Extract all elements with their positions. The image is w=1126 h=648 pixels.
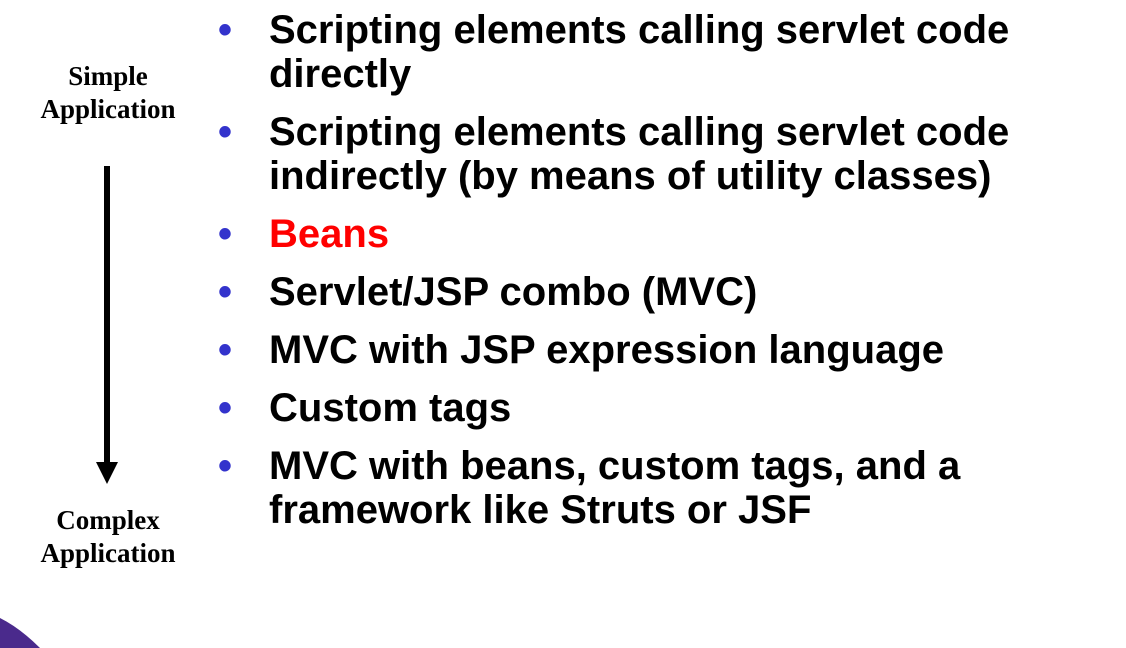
bullet-icon: •	[218, 110, 233, 154]
bullet-icon: •	[218, 444, 233, 488]
bullet-icon: •	[218, 212, 233, 256]
simple-application-label-line-1: Simple	[68, 61, 148, 91]
complex-application-label-line-1: Complex	[56, 505, 160, 535]
list-item: • Scripting elements calling servlet cod…	[212, 8, 1117, 96]
list-item: • Custom tags	[212, 386, 1117, 430]
list-item: • Scripting elements calling servlet cod…	[212, 110, 1117, 198]
down-arrow-icon	[96, 166, 118, 484]
list-item-text: Scripting elements calling servlet code …	[269, 8, 1010, 96]
bullet-icon: •	[218, 328, 233, 372]
list-item-text: MVC with beans, custom tags, and a frame…	[269, 444, 961, 532]
list-item: • Servlet/JSP combo (MVC)	[212, 270, 1117, 314]
simple-application-label-line-2: Application	[40, 94, 176, 124]
corner-decoration	[0, 618, 40, 648]
list-item-text: MVC with JSP expression language	[269, 328, 944, 372]
bullet-icon: •	[218, 270, 233, 314]
list-item-text: Beans	[269, 212, 390, 256]
list-item-highlighted: • Beans	[212, 212, 1117, 256]
list-item-text: Servlet/JSP combo (MVC)	[269, 270, 758, 314]
list-item: • MVC with JSP expression language	[212, 328, 1117, 372]
complex-application-label-line-2: Application	[40, 538, 176, 568]
simple-application-label: Simple Application	[4, 60, 212, 126]
list-item: • MVC with beans, custom tags, and a fra…	[212, 444, 1117, 532]
approach-list: • Scripting elements calling servlet cod…	[212, 8, 1117, 546]
bullet-icon: •	[218, 8, 233, 52]
list-item-text: Scripting elements calling servlet code …	[269, 110, 1010, 198]
list-item-text: Custom tags	[269, 386, 512, 430]
complex-application-label: Complex Application	[4, 504, 212, 570]
bullet-icon: •	[218, 386, 233, 430]
